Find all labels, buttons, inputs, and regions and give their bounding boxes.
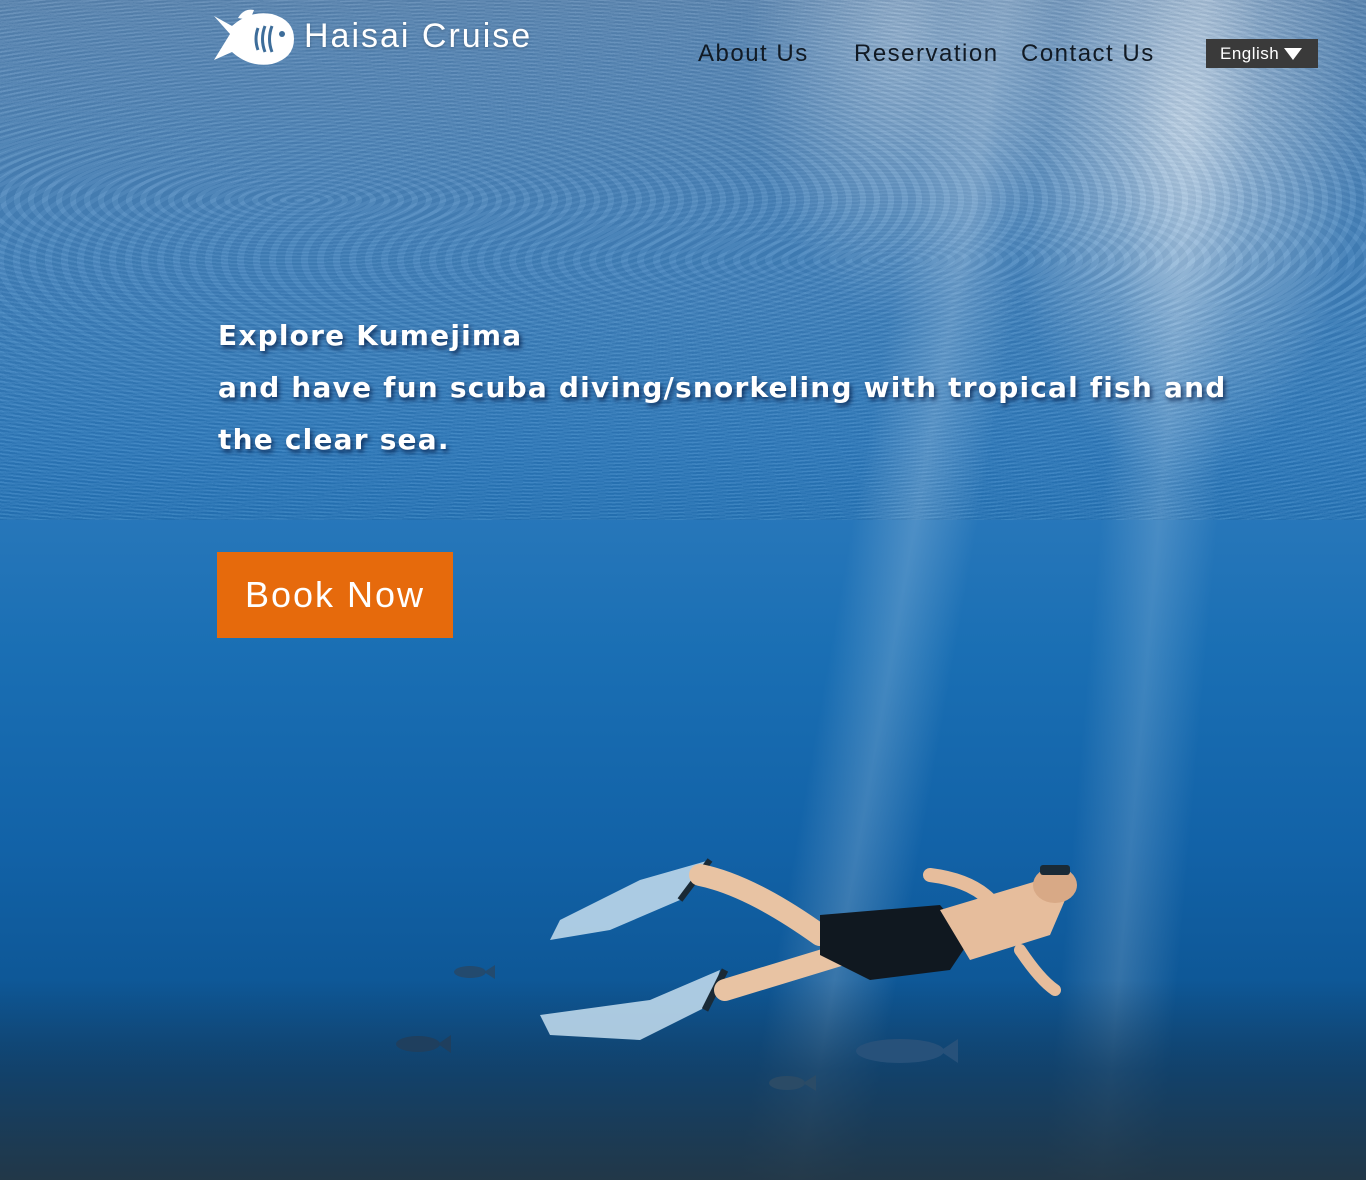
tropical-fish-icon	[454, 965, 495, 979]
caret-down-icon	[1284, 48, 1302, 60]
tagline-line-3: the clear sea.	[218, 423, 450, 456]
hero-tagline: Explore Kumejima and have fun scuba divi…	[218, 310, 1227, 466]
brand-name: Haisai Cruise	[304, 16, 533, 55]
nav-reservation[interactable]: Reservation	[854, 40, 999, 68]
book-now-button[interactable]: Book Now	[217, 552, 453, 638]
nav-about-us[interactable]: About Us	[698, 40, 809, 68]
site-header: Haisai Cruise About Us Reservation Conta…	[0, 0, 1366, 90]
tropical-fish-icon	[769, 1075, 816, 1091]
language-selected-label: English	[1220, 43, 1280, 63]
hero-background	[0, 0, 1366, 1180]
tagline-line-2: and have fun scuba diving/snorkeling wit…	[218, 371, 1227, 404]
snorkeler-illustration	[540, 858, 1077, 1040]
brand-logo[interactable]: Haisai Cruise	[210, 8, 532, 70]
nav-contact-us[interactable]: Contact Us	[1021, 40, 1155, 68]
fish-icon	[214, 9, 294, 65]
language-select[interactable]: English	[1206, 39, 1318, 68]
tagline-line-1: Explore Kumejima	[218, 319, 523, 352]
tropical-fish-icon	[396, 1035, 451, 1053]
